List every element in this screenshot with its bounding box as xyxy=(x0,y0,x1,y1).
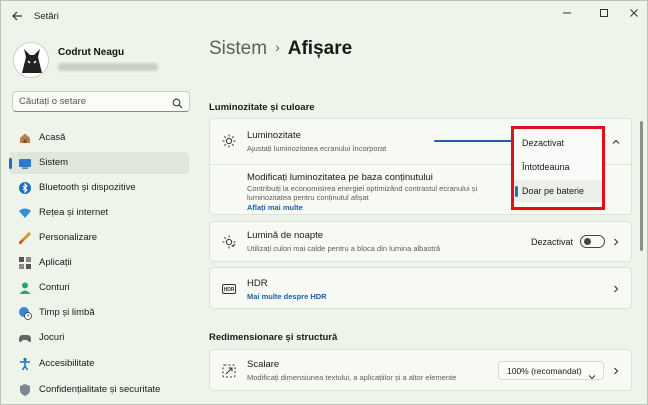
close-icon[interactable] xyxy=(623,5,645,21)
active-indicator xyxy=(9,158,12,169)
adaptive-brightness-dropdown: Dezactivat Întotdeauna Doar pe baterie xyxy=(513,129,603,207)
night-light-icon xyxy=(222,235,236,249)
sidebar-item-time-language[interactable]: Timp și limbă xyxy=(9,302,189,324)
night-light-toggle[interactable] xyxy=(580,235,605,248)
night-light-title: Lumină de noapte xyxy=(247,230,324,241)
dropdown-option-always[interactable]: Întotdeauna xyxy=(513,156,603,178)
breadcrumb: Sistem › Afișare xyxy=(209,38,352,60)
sidebar-item-home[interactable]: Acasă xyxy=(9,127,189,149)
shield-icon xyxy=(18,383,32,397)
scale-title: Scalare xyxy=(247,359,280,370)
night-light-card[interactable]: Lumină de noapte Utilizați culori mai ca… xyxy=(209,221,632,262)
scale-icon xyxy=(222,364,236,378)
chevron-up-icon[interactable] xyxy=(611,137,621,147)
bluetooth-icon xyxy=(18,181,32,195)
learn-more-link[interactable]: Aflați mai multe xyxy=(247,203,303,212)
settings-window: Setări Codrut Neagu Acasă xyxy=(0,0,648,405)
sidebar-item-label: Timp și limbă xyxy=(39,307,95,318)
sun-icon xyxy=(222,134,236,148)
dropdown-option-label: Dezactivat xyxy=(522,138,565,148)
title-bar: Setări xyxy=(1,1,647,31)
brightness-slider[interactable] xyxy=(434,140,514,142)
accessibility-icon xyxy=(18,357,32,371)
sidebar-item-label: Accesibilitate xyxy=(39,358,95,369)
apps-icon xyxy=(18,256,32,270)
sidebar-item-gaming[interactable]: Jocuri xyxy=(9,327,189,349)
toggle-knob xyxy=(584,238,591,245)
dropdown-option-off[interactable]: Dezactivat xyxy=(513,132,603,154)
scrollbar[interactable] xyxy=(640,121,643,251)
chevron-down-icon xyxy=(588,368,596,380)
sidebar-item-label: Jocuri xyxy=(39,332,65,343)
sidebar-item-label: Rețea și internet xyxy=(39,207,109,218)
sidebar-item-network[interactable]: Rețea și internet xyxy=(9,202,189,224)
wifi-icon xyxy=(18,206,32,220)
home-icon xyxy=(18,131,32,145)
user-email-blurred xyxy=(58,63,158,71)
search-box[interactable] xyxy=(12,91,190,112)
section-title-brightness-color: Luminozitate și culoare xyxy=(209,102,315,113)
chevron-right-icon[interactable] xyxy=(611,237,621,247)
sidebar-item-accessibility[interactable]: Accesibilitate xyxy=(9,353,189,375)
adaptive-brightness-title: Modificați luminozitatea pe baza conținu… xyxy=(247,172,433,183)
sidebar-item-label: Bluetooth și dispozitive xyxy=(39,182,136,193)
section-title-scale-layout: Redimensionare și structură xyxy=(209,332,338,343)
sidebar-item-privacy-security[interactable]: Confidențialitate și securitate xyxy=(9,379,189,401)
selected-indicator xyxy=(515,186,518,197)
avatar[interactable] xyxy=(13,42,49,78)
scale-select[interactable]: 100% (recomandat) xyxy=(498,361,604,380)
sidebar-item-system[interactable]: Sistem xyxy=(9,152,189,174)
adaptive-brightness-subtitle-line2: luminozitatea pentru conținutul afișat xyxy=(247,193,369,202)
breadcrumb-separator: › xyxy=(275,39,280,55)
minimize-icon[interactable] xyxy=(556,5,578,21)
monitor-icon xyxy=(18,156,32,170)
hdr-icon: HDR xyxy=(222,282,236,296)
brush-icon xyxy=(18,231,32,245)
night-light-toggle-label: Dezactivat xyxy=(531,237,574,247)
back-arrow-icon[interactable] xyxy=(9,9,25,23)
sidebar-item-label: Confidențialitate și securitate xyxy=(39,384,161,395)
night-light-subtitle: Utilizați culori mai calde pentru a bloc… xyxy=(247,244,441,253)
user-name: Codrut Neagu xyxy=(58,47,125,58)
app-title: Setări xyxy=(34,11,59,22)
dropdown-option-label: Întotdeauna xyxy=(522,162,570,172)
person-icon xyxy=(18,281,32,295)
scale-select-value: 100% (recomandat) xyxy=(507,366,582,376)
sidebar-item-label: Conturi xyxy=(39,282,70,293)
sidebar-item-label: Acasă xyxy=(39,132,66,143)
sidebar-item-apps[interactable]: Aplicații xyxy=(9,252,189,274)
brightness-title: Luminozitate xyxy=(247,130,301,141)
gamepad-icon xyxy=(18,331,32,345)
hdr-card[interactable]: HDR HDR Mai multe despre HDR xyxy=(209,267,632,309)
chevron-right-icon[interactable] xyxy=(611,366,621,376)
maximize-icon[interactable] xyxy=(593,5,615,21)
globe-clock-icon xyxy=(18,306,32,320)
page-title: Afișare xyxy=(287,38,353,59)
sidebar-item-personalization[interactable]: Personalizare xyxy=(9,227,189,249)
svg-text:HDR: HDR xyxy=(224,287,235,293)
brightness-subtitle: Ajustați luminozitatea ecranului încorpo… xyxy=(247,144,387,153)
dropdown-option-battery-only[interactable]: Doar pe baterie xyxy=(513,180,603,202)
chevron-right-icon[interactable] xyxy=(611,284,621,294)
sidebar-item-label: Sistem xyxy=(39,157,69,168)
sidebar-item-label: Aplicații xyxy=(39,257,72,268)
dropdown-option-label: Doar pe baterie xyxy=(522,186,585,196)
hdr-link[interactable]: Mai multe despre HDR xyxy=(247,292,327,301)
sidebar-item-accounts[interactable]: Conturi xyxy=(9,277,189,299)
sidebar-item-label: Personalizare xyxy=(39,232,98,243)
breadcrumb-parent[interactable]: Sistem xyxy=(209,38,267,59)
sidebar-item-bluetooth[interactable]: Bluetooth și dispozitive xyxy=(9,177,189,199)
search-icon[interactable] xyxy=(172,96,183,109)
scale-card[interactable]: Scalare Modificați dimensiunea textului,… xyxy=(209,349,632,391)
scale-subtitle: Modificați dimensiunea textului, a aplic… xyxy=(247,373,457,382)
hdr-title: HDR xyxy=(247,278,268,289)
search-input[interactable] xyxy=(19,96,169,107)
